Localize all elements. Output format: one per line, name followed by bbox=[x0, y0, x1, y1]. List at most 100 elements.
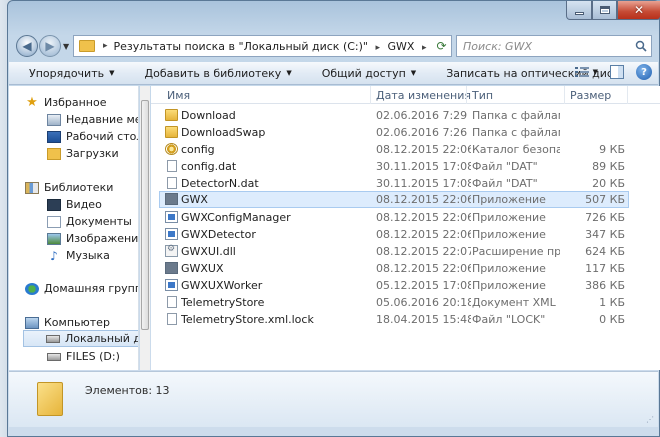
file-type: Приложение bbox=[472, 193, 546, 206]
sidebar-item-label: Изображения bbox=[66, 232, 139, 245]
file-date: 08.12.2015 22:06 bbox=[376, 228, 471, 241]
libraries-icon bbox=[25, 181, 39, 194]
file-type: Папка с файлами bbox=[472, 126, 560, 139]
windows-app-icon bbox=[165, 193, 178, 205]
breadcrumb-gwx[interactable]: GWX bbox=[388, 40, 415, 53]
desktop-icon bbox=[47, 130, 61, 143]
preview-pane-icon[interactable] bbox=[610, 65, 624, 79]
file-type: Приложение bbox=[472, 279, 546, 292]
sidebar-item-libraries[interactable]: Библиотеки bbox=[25, 179, 113, 196]
close-button[interactable]: ✕ bbox=[617, 1, 660, 20]
column-divider[interactable] bbox=[466, 86, 467, 104]
table-row[interactable]: GWXDetector 08.12.2015 22:06 Приложение 347… bbox=[151, 226, 631, 243]
table-row[interactable]: TelemetryStore 05.06.2016 20:18 Документ X… bbox=[151, 294, 631, 311]
chevron-down-icon: ▼ bbox=[109, 69, 115, 77]
scrollbar-thumb[interactable] bbox=[141, 100, 149, 330]
search-input[interactable]: Поиск: GWX bbox=[456, 35, 652, 57]
music-icon: ♪ bbox=[50, 248, 58, 263]
organize-label: Упорядочить bbox=[29, 66, 105, 80]
file-name: GWXUXWorker bbox=[181, 279, 263, 292]
maximize-button[interactable] bbox=[592, 1, 617, 20]
refresh-button[interactable]: ⟳ bbox=[432, 35, 452, 57]
breadcrumb-search-results[interactable]: Результаты поиска в "Локальный диск (C:)… bbox=[114, 40, 368, 53]
search-placeholder: Поиск: GWX bbox=[463, 39, 532, 53]
column-divider[interactable] bbox=[627, 86, 628, 104]
sidebar-item-label: Музыка bbox=[66, 249, 110, 262]
sidebar-item-label: Видео bbox=[66, 198, 102, 211]
file-name: TelemetryStore bbox=[181, 296, 265, 309]
change-view-button[interactable]: ▼ bbox=[574, 66, 598, 78]
file-name: DownloadSwap bbox=[181, 126, 266, 139]
file-name: config bbox=[181, 143, 215, 156]
table-row[interactable]: GWX 08.12.2015 22:06 Приложение 507 КБ bbox=[159, 191, 629, 208]
column-header-size[interactable]: Размер bbox=[570, 89, 611, 102]
sidebar-item-homegroup[interactable]: Домашняя группа bbox=[25, 280, 139, 297]
file-type: Приложение bbox=[472, 262, 546, 275]
sidebar-item-label: Домашняя группа bbox=[44, 282, 139, 295]
file-date: 05.06.2016 20:18 bbox=[376, 296, 471, 309]
file-size: 624 КБ bbox=[585, 245, 625, 258]
table-row[interactable]: Download 02.06.2016 7:29 Папка с файлами bbox=[151, 107, 631, 124]
sidebar-item-documents[interactable]: Документы bbox=[47, 213, 132, 230]
file-icon bbox=[167, 313, 177, 325]
minimize-button[interactable] bbox=[566, 1, 592, 20]
column-header-type[interactable]: Тип bbox=[472, 89, 493, 102]
forward-button[interactable]: ▶ bbox=[39, 35, 61, 57]
sidebar-item-files-d[interactable]: FILES (D:) bbox=[47, 348, 120, 365]
homegroup-icon bbox=[25, 282, 39, 295]
navigation-scrollbar[interactable] bbox=[140, 86, 150, 370]
sidebar-item-favorites[interactable]: ★ Избранное bbox=[25, 94, 106, 111]
table-row[interactable]: GWXUI.dll 08.12.2015 22:07Расширение при.… bbox=[151, 243, 631, 260]
file-type: Приложение bbox=[472, 228, 546, 241]
pictures-icon bbox=[47, 232, 61, 245]
table-row[interactable]: GWXConfigManager 08.12.2015 22:06 Приложен… bbox=[151, 209, 631, 226]
command-bar: Упорядочить ▼ Добавить в библиотеку ▼ Общи… bbox=[9, 62, 658, 85]
column-divider[interactable] bbox=[370, 86, 371, 104]
table-row[interactable]: TelemetryStore.xml.lock 18.04.2015 15:48 Ф… bbox=[151, 311, 631, 328]
sidebar-item-downloads[interactable]: Загрузки bbox=[47, 145, 119, 162]
sidebar-item-label: FILES (D:) bbox=[66, 350, 120, 363]
sidebar-item-desktop[interactable]: Рабочий стол bbox=[47, 128, 139, 145]
sidebar-item-label: Загрузки bbox=[66, 147, 119, 160]
file-date: 30.11.2015 17:08 bbox=[376, 160, 471, 173]
file-size: 9 КБ bbox=[599, 143, 625, 156]
sidebar-item-music[interactable]: ♪ Музыка bbox=[47, 247, 110, 264]
resize-grip-icon[interactable]: ⋰ bbox=[646, 415, 654, 424]
item-count: Элементов: 13 bbox=[85, 384, 170, 397]
sidebar-item-label: Документы bbox=[66, 215, 132, 228]
table-row[interactable]: DownloadSwap 02.06.2016 7:26 Папка с файла… bbox=[151, 124, 631, 141]
address-bar[interactable]: ▸ Результаты поиска в "Локальный диск (C… bbox=[73, 35, 451, 57]
share-button[interactable]: Общий доступ ▼ bbox=[302, 67, 426, 80]
column-header-date[interactable]: Дата изменения bbox=[376, 89, 471, 102]
help-icon[interactable]: ? bbox=[636, 64, 652, 80]
column-divider[interactable] bbox=[564, 86, 565, 104]
breadcrumb[interactable]: Результаты поиска в "Локальный диск (C:)… bbox=[112, 40, 434, 53]
search-icon[interactable] bbox=[635, 40, 647, 52]
table-row[interactable]: config 08.12.2015 22:06Каталог безопасн..… bbox=[151, 141, 631, 158]
file-date: 08.12.2015 22:06 bbox=[376, 143, 471, 156]
sidebar-item-local-disk[interactable]: Локальный диск bbox=[23, 330, 138, 347]
file-name: GWXDetector bbox=[181, 228, 256, 241]
table-row[interactable]: config.dat 30.11.2015 17:08 Файл "DAT" 89 К… bbox=[151, 158, 631, 175]
recent-pages-dropdown[interactable]: ▼ bbox=[63, 42, 69, 51]
sidebar-item-pictures[interactable]: Изображения bbox=[47, 230, 139, 247]
title-bar[interactable]: ✕ bbox=[8, 1, 660, 29]
folder-icon bbox=[79, 40, 95, 52]
sidebar-item-recent-places[interactable]: Недавние места bbox=[47, 111, 138, 128]
add-to-library-button[interactable]: Добавить в библиотеку ▼ bbox=[125, 67, 302, 80]
table-row[interactable]: GWXUXWorker 05.12.2015 17:08 Приложение 386… bbox=[151, 277, 631, 294]
sidebar-item-label: Рабочий стол bbox=[66, 130, 139, 143]
back-arrow-icon: ◀ bbox=[22, 39, 32, 53]
column-header-name[interactable]: Имя bbox=[167, 89, 190, 102]
table-row[interactable]: DetectorN.dat 30.11.2015 17:08 Файл "DAT" 2… bbox=[151, 175, 631, 192]
organize-button[interactable]: Упорядочить ▼ bbox=[9, 67, 125, 80]
file-date: 08.12.2015 22:06 bbox=[376, 193, 471, 206]
back-button[interactable]: ◀ bbox=[16, 35, 38, 57]
table-row[interactable]: GWXUX 08.12.2015 22:06 Приложение 117 КБ bbox=[151, 260, 631, 277]
view-list-icon bbox=[574, 67, 589, 77]
windows-app-icon bbox=[165, 262, 178, 274]
file-size: 726 КБ bbox=[585, 211, 625, 224]
sidebar-item-video[interactable]: Видео bbox=[47, 196, 102, 213]
sidebar-item-computer[interactable]: Компьютер bbox=[25, 314, 110, 331]
app-icon bbox=[165, 228, 178, 240]
